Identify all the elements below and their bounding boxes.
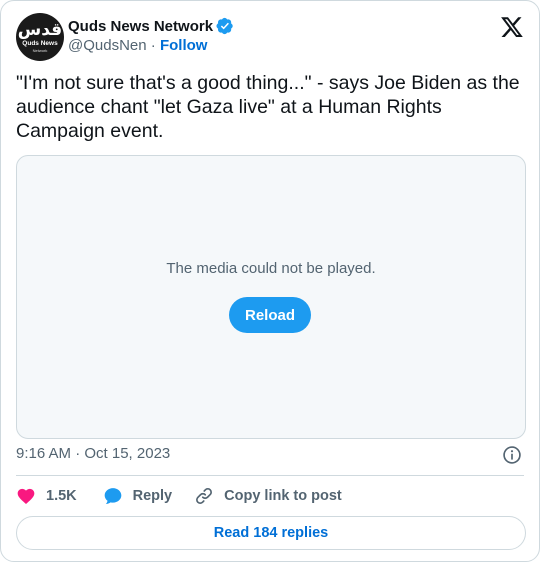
x-logo-icon[interactable] bbox=[500, 15, 524, 39]
verified-badge-icon bbox=[216, 17, 233, 35]
name-row: Quds News Network bbox=[68, 16, 234, 36]
like-count: 1.5K bbox=[46, 488, 77, 504]
avatar-logo-subtext: Network bbox=[32, 48, 48, 53]
handle[interactable]: @QudsNen bbox=[68, 37, 147, 54]
tweet-text: "I'm not sure that's a good thing..." - … bbox=[16, 72, 520, 142]
read-replies-button[interactable]: Read 184 replies bbox=[16, 516, 526, 550]
avatar-logo-arabic: قدس bbox=[17, 20, 63, 39]
action-bar: 1.5K Reply Copy link to post bbox=[16, 485, 342, 507]
timestamp-row: 9:16 AM · Oct 15, 2023 bbox=[16, 445, 524, 465]
reload-button[interactable]: Reload bbox=[229, 297, 311, 333]
divider bbox=[16, 475, 524, 476]
reply-button[interactable]: Reply bbox=[103, 486, 173, 506]
media-error-message: The media could not be played. bbox=[166, 260, 376, 277]
handle-separator: · bbox=[150, 37, 160, 54]
reply-label: Reply bbox=[132, 488, 173, 504]
avatar-logo-english: Quds News bbox=[22, 40, 58, 47]
reply-bubble-icon bbox=[104, 488, 121, 504]
copy-link-label: Copy link to post bbox=[224, 488, 342, 504]
info-icon[interactable] bbox=[502, 445, 522, 465]
heart-icon bbox=[17, 488, 35, 504]
link-icon bbox=[196, 488, 213, 504]
like-button[interactable]: 1.5K bbox=[16, 486, 77, 506]
display-name[interactable]: Quds News Network bbox=[68, 18, 213, 35]
tweet-embed-card: قدس Quds News Network Quds News Network … bbox=[0, 0, 540, 562]
avatar[interactable]: قدس Quds News Network bbox=[16, 13, 64, 61]
tweet-header: قدس Quds News Network Quds News Network … bbox=[16, 13, 524, 61]
copy-link-button[interactable]: Copy link to post bbox=[194, 486, 342, 506]
handle-row: @QudsNen · Follow bbox=[68, 37, 207, 54]
follow-button[interactable]: Follow bbox=[160, 37, 208, 54]
media-player: The media could not be played. Reload bbox=[16, 155, 526, 439]
timestamp[interactable]: 9:16 AM · Oct 15, 2023 bbox=[16, 445, 170, 462]
